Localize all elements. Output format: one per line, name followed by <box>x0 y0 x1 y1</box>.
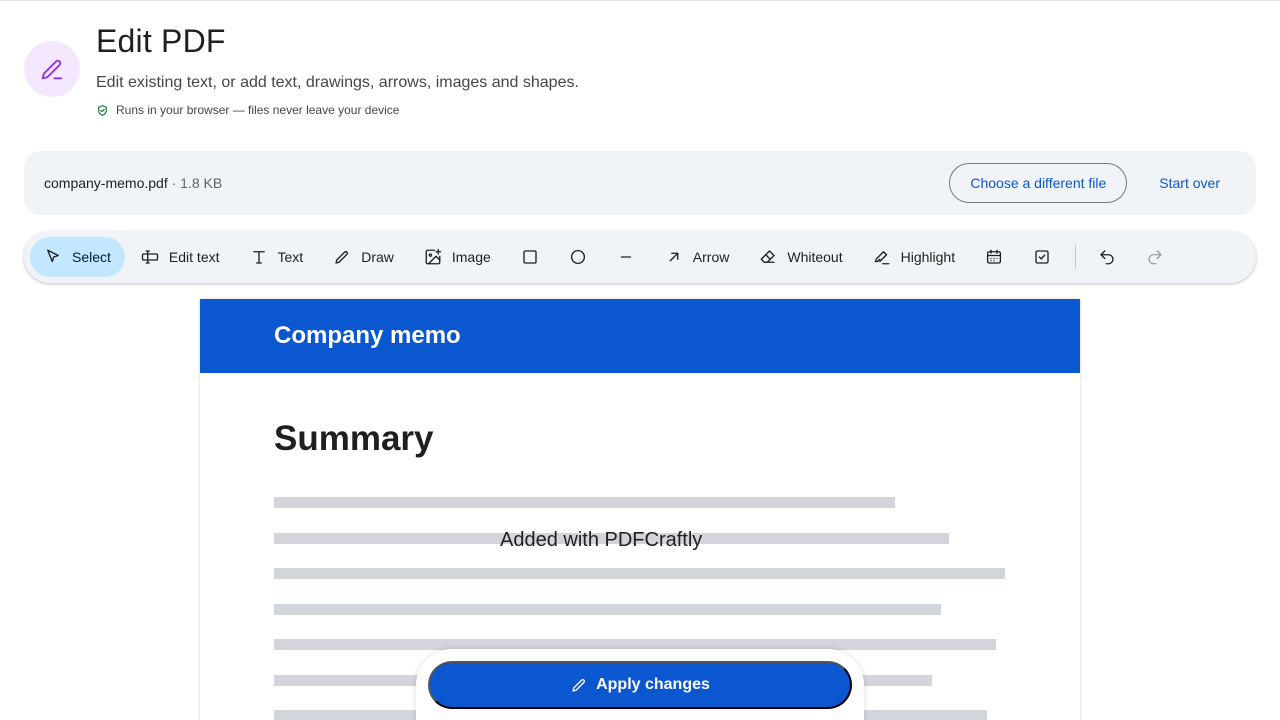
page-title: Edit PDF <box>96 23 226 59</box>
privacy-note-text: Runs in your browser — files never leave… <box>116 103 400 117</box>
apply-bar: Apply changes <box>416 649 864 720</box>
editor-toolbar: Select Edit text Text Draw Image Arrow W… <box>24 231 1256 283</box>
file-name: company-memo.pdf <box>44 175 168 191</box>
arrow-up-right-icon <box>669 252 679 262</box>
tool-ellipse[interactable] <box>555 237 601 277</box>
pen-icon <box>335 251 349 264</box>
redo-icon <box>1148 250 1162 265</box>
tool-highlight[interactable]: Highlight <box>859 237 969 277</box>
pdf-text-line <box>274 568 1005 579</box>
tool-rectangle[interactable] <box>507 237 553 277</box>
cursor-icon <box>47 249 59 263</box>
pdf-banner-title: Company memo <box>274 322 461 349</box>
tool-arrow[interactable]: Arrow <box>651 237 744 277</box>
undo-button[interactable] <box>1084 237 1130 277</box>
apply-changes-button[interactable]: Apply changes <box>428 661 852 709</box>
tool-image[interactable]: Image <box>410 237 505 277</box>
pen-icon <box>572 679 586 692</box>
privacy-note: Runs in your browser — files never leave… <box>96 103 579 117</box>
file-bar: company-memo.pdf · 1.8 KB Choose a diffe… <box>24 151 1256 215</box>
start-over-button[interactable]: Start over <box>1143 163 1236 203</box>
file-size: · 1.8 KB <box>167 175 223 191</box>
tool-date[interactable] <box>971 237 1017 277</box>
pdf-banner: Company memo <box>200 299 1080 373</box>
tool-edit-text[interactable]: Edit text <box>127 237 234 277</box>
image-add-icon <box>425 248 442 265</box>
tool-whiteout[interactable]: Whiteout <box>745 237 856 277</box>
line-icon <box>620 256 631 258</box>
redo-button[interactable] <box>1132 237 1178 277</box>
undo-icon <box>1100 250 1114 265</box>
circle-icon <box>570 249 585 265</box>
toolbar-divider <box>1075 245 1077 269</box>
calendar-icon <box>987 249 1002 264</box>
pdf-text-line <box>274 604 941 615</box>
text-annotation[interactable]: Added with PDFCraftly <box>500 529 702 552</box>
page-subtitle: Edit existing text, or add text, drawing… <box>96 74 579 91</box>
tool-line[interactable] <box>603 237 649 277</box>
choose-different-file-button[interactable]: Choose a different file <box>949 163 1128 203</box>
page-header: Edit PDF Edit existing text, or add text… <box>24 23 579 117</box>
tool-text[interactable]: Text <box>236 237 318 277</box>
pdf-text-line <box>274 497 895 508</box>
pdf-heading: Summary <box>274 419 434 458</box>
file-info: company-memo.pdf · 1.8 KB <box>44 175 222 191</box>
text-cursor-icon <box>141 250 159 264</box>
app-pen-icon <box>24 41 80 97</box>
tool-draw[interactable]: Draw <box>319 237 408 277</box>
shield-check-icon <box>98 104 107 116</box>
eraser-icon <box>760 250 776 263</box>
tool-select[interactable]: Select <box>30 237 125 277</box>
tool-checkbox[interactable] <box>1019 237 1065 277</box>
checkbox-icon <box>1035 250 1049 264</box>
rectangle-icon <box>523 250 537 264</box>
highlighter-icon <box>874 251 890 265</box>
text-t-icon <box>252 251 265 264</box>
